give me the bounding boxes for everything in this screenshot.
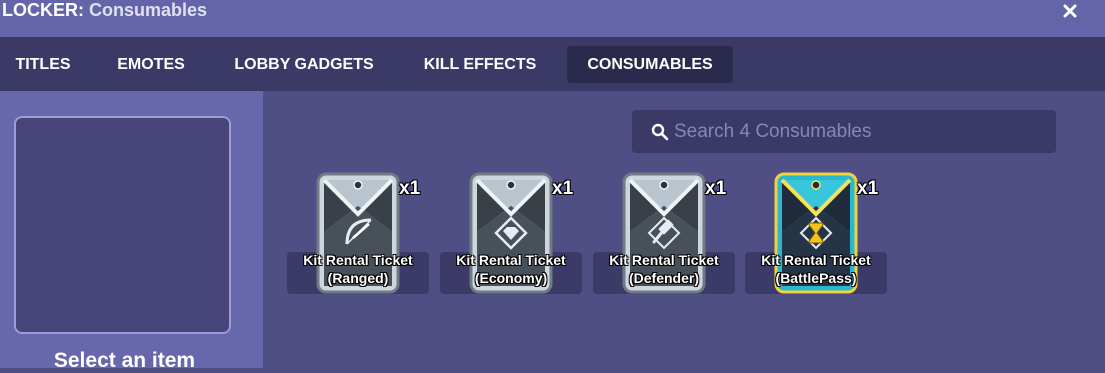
title-bar: LOCKER: Consumables [0,0,1105,37]
consumable-item-economy[interactable]: x1 Kit Rental Ticket (Economy) [440,172,582,294]
consumable-item-defender[interactable]: x1 Kit Rental Ticket (Defender) [593,172,735,294]
tab-emotes[interactable]: EMOTES [102,46,200,83]
tab-consumables[interactable]: CONSUMABLES [567,46,733,83]
search-box[interactable] [632,110,1056,153]
tab-bar: TITLES EMOTES LOBBY GADGETS KILL EFFECTS… [0,37,1105,91]
item-quantity: x1 [552,178,574,199]
hammer-icon [647,216,681,250]
preview-panel: Select an item [0,91,263,372]
diamond-icon [494,216,528,250]
item-name-line2: (Ranged) [327,270,389,286]
item-name-line1: Kit Rental Ticket [761,252,871,268]
item-name-line2: (Defender) [628,270,699,286]
item-quantity: x1 [399,178,421,199]
item-name-line2: (Economy) [474,270,548,286]
consumable-item-ranged[interactable]: x1 Kit Rental Ticket (Ranged) [287,172,429,294]
search-icon [651,123,669,141]
item-name-line1: Kit Rental Ticket [303,252,413,268]
window-title-section: Consumables [89,0,208,20]
close-icon [1063,4,1077,18]
item-name-line2: (BattlePass) [775,270,857,286]
item-name: Kit Rental Ticket (Ranged) [287,251,429,287]
item-name-line1: Kit Rental Ticket [609,252,719,268]
item-quantity: x1 [857,178,879,199]
item-name-line1: Kit Rental Ticket [456,252,566,268]
item-name: Kit Rental Ticket (Economy) [440,251,582,287]
select-item-hint: Select an item [53,349,196,372]
search-input[interactable] [674,110,1044,153]
tab-lobby-gadgets[interactable]: LOBBY GADGETS [219,46,389,83]
item-preview-box [14,116,231,334]
tab-kill-effects[interactable]: KILL EFFECTS [407,46,553,83]
item-name: Kit Rental Ticket (BattlePass) [745,251,887,287]
window-title-prefix: LOCKER: [2,0,84,20]
close-button[interactable] [1058,0,1082,22]
item-quantity: x1 [705,178,727,199]
consumable-item-battlepass[interactable]: x1 Kit Rental Ticket (BattlePass) [745,172,887,294]
window-title: LOCKER: Consumables [2,0,207,20]
tab-titles[interactable]: TITLES [0,46,86,83]
hourglass-icon [799,216,833,250]
item-name: Kit Rental Ticket (Defender) [593,251,735,287]
bow-icon [345,218,372,245]
